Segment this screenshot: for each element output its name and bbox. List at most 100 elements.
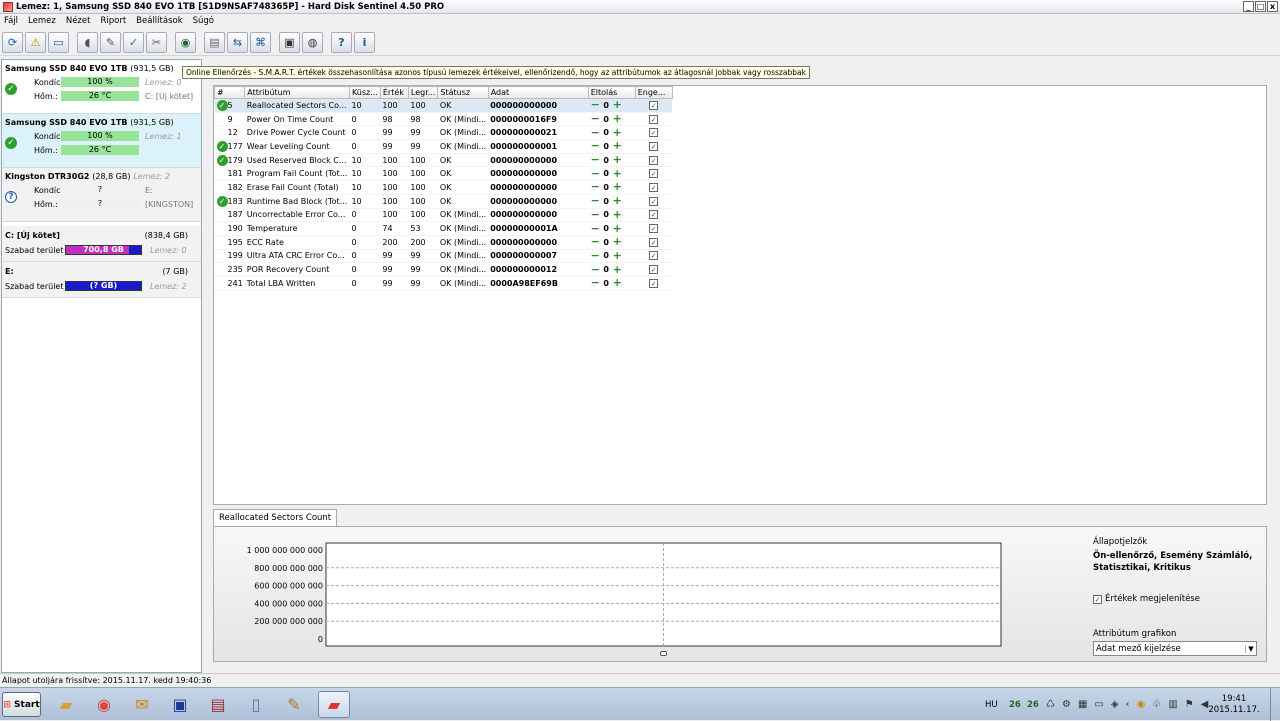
table-row[interactable]: ✓ 177 Wear Leveling Count 0 99 99 OK (Mindi...…	[214, 139, 673, 154]
enabled-checkbox[interactable]: ✓	[649, 155, 659, 165]
enabled-checkbox[interactable]: ✓	[649, 128, 659, 138]
table-row[interactable]: 182 Erase Fail Count (Total) 10 100 100 OK 000…	[214, 180, 673, 195]
minus-icon[interactable]: −	[590, 195, 600, 206]
chrome-icon[interactable]: ◉	[90, 691, 118, 718]
tray-icon-4[interactable]: ▭	[1094, 699, 1103, 710]
save-icon[interactable]: ▣	[166, 691, 194, 718]
menu-settings[interactable]: Beállítások	[136, 15, 182, 28]
minus-icon[interactable]: −	[590, 113, 600, 124]
table-row[interactable]: ✓ 5 Reallocated Sectors Co... 10 100 100 OK 000…	[214, 98, 673, 113]
menu-report[interactable]: Riport	[100, 15, 126, 28]
table-row[interactable]: ✓ 183 Runtime Bad Block (Tot... 10 100 100 OK 0…	[214, 194, 673, 209]
enabled-checkbox[interactable]: ✓	[649, 265, 659, 275]
help-icon[interactable]: ?	[331, 31, 352, 53]
monitor-icon[interactable]: ▣	[279, 31, 300, 53]
plus-icon[interactable]: +	[612, 140, 622, 151]
disk-entry-0[interactable]: Samsung SSD 840 EVO 1TB (931,5 GB) ✓ Kon…	[2, 60, 201, 114]
col-header-data[interactable]: Adat	[487, 86, 589, 99]
enabled-checkbox[interactable]: ✓	[649, 141, 659, 151]
sync-icon[interactable]: ⇆	[227, 31, 248, 53]
graph-mode-select[interactable]: Adat mező kijelzése ▼	[1093, 641, 1257, 656]
plus-icon[interactable]: +	[612, 127, 622, 138]
enabled-checkbox[interactable]: ✓	[649, 224, 659, 234]
show-values-checkbox[interactable]: ✓	[1093, 594, 1102, 604]
col-header-status[interactable]: Státusz	[437, 86, 489, 99]
wrench2-icon[interactable]: ✂	[146, 31, 167, 53]
minus-icon[interactable]: −	[590, 168, 600, 179]
tray-icon-1[interactable]: ♺	[1046, 699, 1055, 710]
table-row[interactable]: 235 POR Recovery Count 0 99 99 OK (Mindi... 00…	[214, 262, 673, 277]
plus-icon[interactable]: +	[612, 250, 622, 261]
minimize-button[interactable]: _	[1243, 1, 1254, 12]
col-header-attribute[interactable]: Attribútum	[244, 86, 350, 99]
tray-icon-2[interactable]: ⚙	[1062, 699, 1071, 710]
network-icon[interactable]: ⌘	[250, 31, 271, 53]
col-header-id[interactable]: #	[213, 86, 246, 99]
table-row[interactable]: 181 Program Fail Count (Tot... 10 100 100 OK 0…	[214, 166, 673, 182]
plus-icon[interactable]: +	[612, 195, 622, 206]
table-row[interactable]: 12 Drive Power Cycle Count 0 99 99 OK (Mindi.…	[214, 125, 673, 141]
disk-temp-tray-1[interactable]: 26	[1009, 688, 1021, 721]
partition-entry-e[interactable]: E: (7 GB) Szabad terület (? GB) Lemez: 2	[2, 262, 201, 298]
warning-icon[interactable]: ⚠	[25, 31, 46, 53]
notepad-icon[interactable]: ▯	[242, 691, 270, 718]
col-header-value[interactable]: Érték	[379, 86, 409, 99]
enabled-checkbox[interactable]: ✓	[649, 210, 659, 220]
enabled-checkbox[interactable]: ✓	[649, 196, 659, 206]
plus-icon[interactable]: +	[612, 181, 622, 192]
mail-icon[interactable]: ✉	[128, 691, 156, 718]
plus-icon[interactable]: +	[612, 264, 622, 275]
minus-icon[interactable]: −	[590, 154, 600, 165]
disk-check-icon[interactable]: ✓	[123, 31, 144, 53]
table-row[interactable]: ✓ 179 Used Reserved Block C... 10 100 100 OK 00…	[214, 153, 673, 168]
menu-view[interactable]: Nézet	[66, 15, 91, 28]
col-header-offset[interactable]: Eltolás	[587, 86, 636, 99]
col-header-enabled[interactable]: Enge...	[634, 86, 673, 99]
enabled-checkbox[interactable]: ✓	[649, 237, 659, 247]
minus-icon[interactable]: −	[590, 209, 600, 220]
disk-temp-tray-2[interactable]: 26	[1027, 688, 1039, 721]
show-desktop-button[interactable]	[1270, 688, 1280, 721]
table-row[interactable]: 9 Power On Time Count 0 98 98 OK (Mindi... 000…	[214, 112, 673, 127]
table-row[interactable]: 199 Ultra ATA CRC Error Co... 0 99 99 OK (Min…	[214, 249, 673, 264]
plus-icon[interactable]: +	[612, 113, 622, 124]
hdsentinel-icon[interactable]: ▰	[318, 691, 350, 718]
enabled-checkbox[interactable]: ✓	[649, 251, 659, 261]
plus-icon[interactable]: +	[612, 277, 622, 288]
refresh-icon[interactable]: ⟳	[2, 31, 23, 53]
minus-icon[interactable]: −	[590, 181, 600, 192]
tray-icon-5[interactable]: ◈	[1111, 699, 1119, 710]
table-row[interactable]: 190 Temperature 0 74 53 OK (Mindi... 000000000…	[214, 221, 673, 236]
report-icon[interactable]: ▤	[204, 31, 225, 53]
disk-entry-1[interactable]: Samsung SSD 840 EVO 1TB (931,5 GB) ✓ Kon…	[2, 114, 201, 168]
menu-file[interactable]: Fájl	[4, 15, 18, 28]
info-icon[interactable]: i	[354, 31, 375, 53]
table-row[interactable]: 241 Total LBA Written 0 99 99 OK (Mindi... 000…	[214, 276, 673, 291]
chart-scroll-handle[interactable]	[660, 651, 667, 656]
network-tray-icon[interactable]: ▥	[1168, 699, 1177, 710]
menu-help[interactable]: Súgó	[193, 15, 214, 28]
close-button[interactable]: x	[1267, 1, 1278, 12]
col-header-worst[interactable]: Legr...	[407, 86, 439, 99]
tray-icon-3[interactable]: ▦	[1078, 699, 1087, 710]
flag-icon[interactable]: ⚑	[1185, 699, 1194, 710]
table-row[interactable]: 187 Uncorrectable Error Co... 0 100 100 OK (M…	[214, 208, 673, 223]
col-header-threshold[interactable]: Küsz...	[348, 86, 381, 99]
minus-icon[interactable]: −	[590, 223, 600, 234]
minus-icon[interactable]: −	[590, 140, 600, 151]
table-row[interactable]: 195 ECC Rate 0 200 200 OK (Mindi... 0000000000…	[214, 235, 673, 250]
minus-icon[interactable]: −	[590, 99, 600, 110]
plus-icon[interactable]: +	[612, 168, 622, 179]
minus-icon[interactable]: −	[590, 236, 600, 247]
clock[interactable]: 19:41 2015.11.17.	[1208, 688, 1259, 721]
start-button[interactable]: ⊞ Start	[2, 692, 41, 717]
tab-reallocated-sectors[interactable]: Reallocated Sectors Count	[213, 509, 338, 526]
enabled-checkbox[interactable]: ✓	[649, 114, 659, 124]
plus-icon[interactable]: +	[612, 209, 622, 220]
minus-icon[interactable]: −	[590, 264, 600, 275]
archive-icon[interactable]: ▤	[204, 691, 232, 718]
menu-disk[interactable]: Lemez	[28, 15, 56, 28]
wrench-icon[interactable]: ✎	[100, 31, 121, 53]
plus-icon[interactable]: +	[612, 154, 622, 165]
language-indicator[interactable]: HU	[985, 688, 998, 721]
